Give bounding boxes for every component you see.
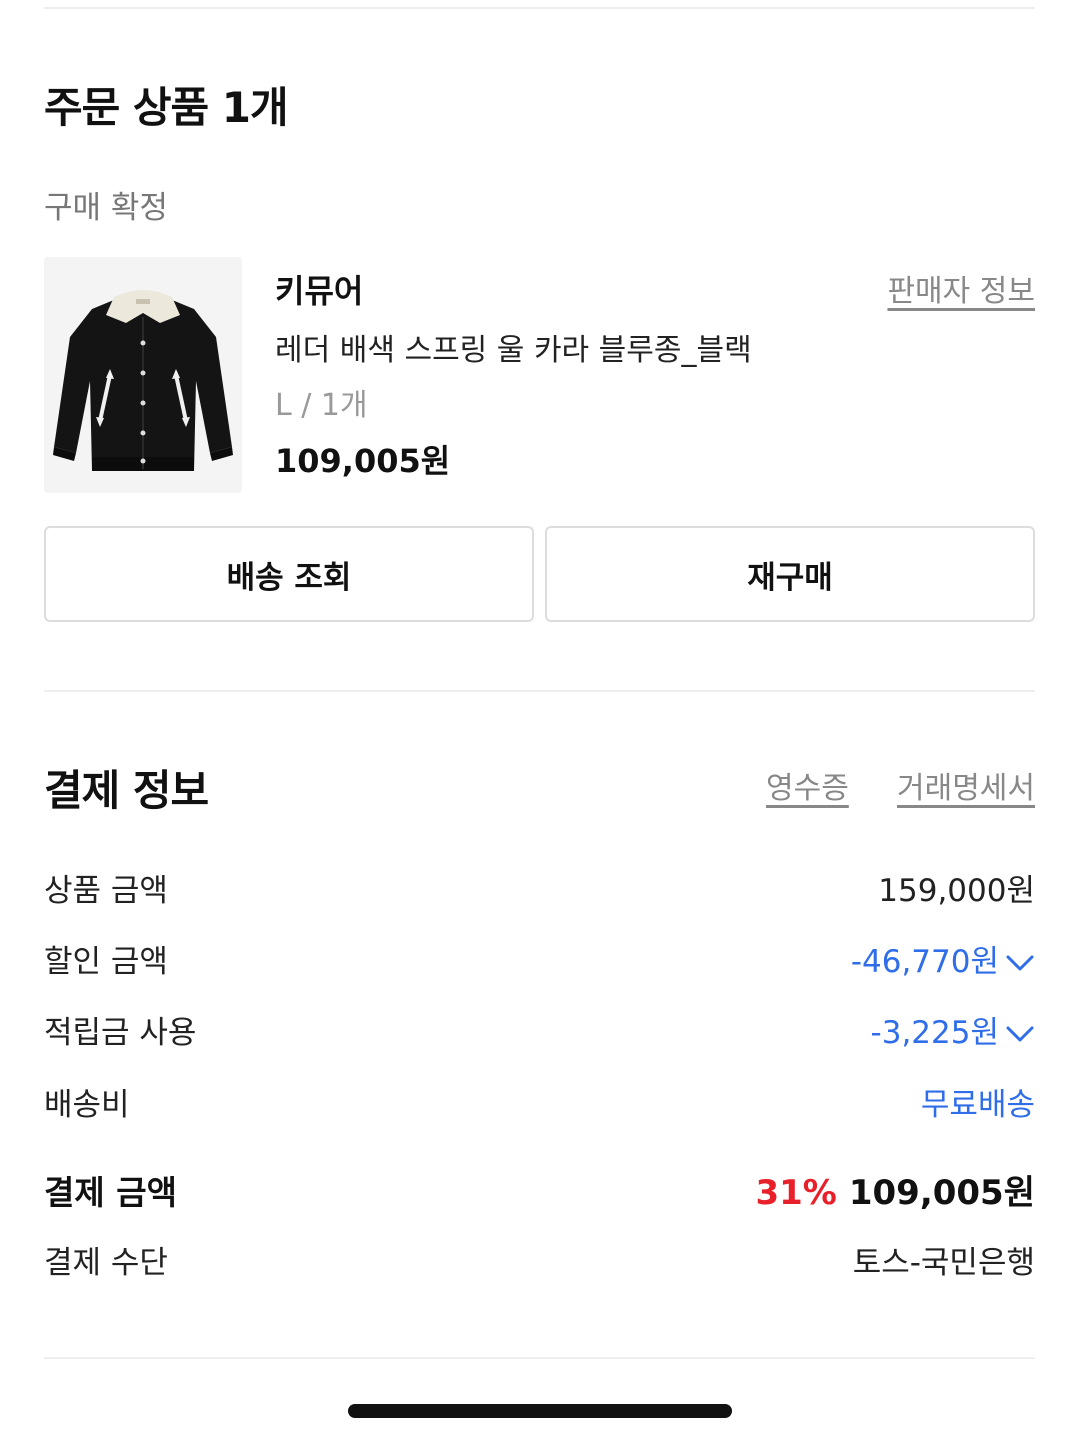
points-text: -3,225원 [870, 1015, 999, 1051]
product-thumbnail[interactable] [44, 257, 242, 493]
shipping-value: 무료배송 [921, 1090, 1035, 1121]
chevron-down-icon[interactable] [1005, 953, 1035, 973]
product-amount-label: 상품 금액 [44, 873, 168, 909]
top-divider [44, 7, 1035, 9]
points-value[interactable]: -3,225원 [871, 1018, 1035, 1049]
discount-percent: 31% [755, 1173, 837, 1213]
discount-label: 할인 금액 [44, 944, 168, 980]
bottom-divider [44, 1357, 1035, 1359]
total-value: 31% 109,005원 [755, 1176, 1035, 1210]
order-section-title: 주문 상품 1개 [44, 83, 289, 132]
seller-info-link[interactable]: 판매자 정보 [887, 277, 1035, 307]
payment-method-text: 토스-국민은행 [852, 1245, 1035, 1281]
discount-value[interactable]: -46,770원 [851, 947, 1035, 978]
product-price: 109,005원 [275, 442, 451, 480]
payment-section-title: 결제 정보 [44, 766, 209, 815]
shipping-label: 배송비 [44, 1087, 130, 1123]
chevron-down-icon[interactable] [1005, 1024, 1035, 1044]
statement-link[interactable]: 거래명세서 [897, 774, 1035, 804]
section-divider [44, 690, 1035, 692]
order-status: 구매 확정 [44, 190, 168, 226]
shipping-text: 무료배송 [920, 1087, 1035, 1123]
jacket-image [44, 257, 242, 493]
product-option: L / 1개 [275, 388, 368, 423]
points-label: 적립금 사용 [44, 1015, 197, 1051]
product-amount-value: 159,000원 [878, 876, 1035, 907]
total-amount: 109,005원 [848, 1173, 1035, 1213]
product-name[interactable]: 레더 배색 스프링 울 카라 블루종_블랙 [275, 336, 752, 366]
receipt-link[interactable]: 영수증 [766, 774, 849, 804]
tracking-button[interactable]: 배송 조회 [44, 526, 534, 622]
payment-method-label: 결제 수단 [44, 1245, 168, 1281]
home-indicator [348, 1404, 732, 1418]
product-brand[interactable]: 키뮤어 [275, 275, 363, 307]
total-label: 결제 금액 [44, 1173, 177, 1212]
payment-method-value: 토스-국민은행 [853, 1248, 1035, 1279]
product-amount-text: 159,000원 [878, 873, 1035, 909]
discount-text: -46,770원 [850, 944, 999, 980]
rebuy-button[interactable]: 재구매 [545, 526, 1035, 622]
